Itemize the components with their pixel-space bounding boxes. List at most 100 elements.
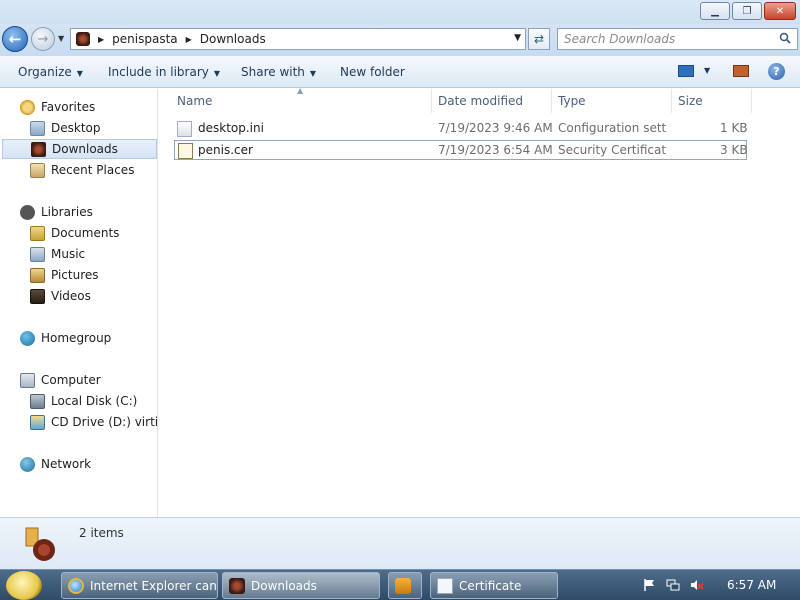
change-view-icon[interactable] [678,65,694,77]
nav-favorites-label: Favorites [41,100,96,114]
recent-places-icon [30,162,45,178]
back-button[interactable]: ← [2,26,28,52]
nav-cd-drive-label: CD Drive (D:) virtio-w [51,415,158,429]
downloads-folder-icon [31,141,46,157]
nav-libraries[interactable]: Libraries [20,202,176,222]
homegroup-icon [20,330,35,346]
action-center-flag-icon[interactable] [642,578,656,592]
nav-network-label: Network [41,457,92,471]
nav-cd-drive[interactable]: CD Drive (D:) virtio-w [30,412,158,432]
music-icon [30,246,45,262]
share-with-button[interactable]: Share with ▼ [241,65,316,79]
network-icon [20,456,35,472]
hard-disk-icon [30,393,45,409]
certificate-file-icon [178,143,193,159]
chevron-down-icon: ▼ [213,69,221,78]
downloads-folder-icon [76,32,90,46]
nav-music-label: Music [51,247,86,261]
nav-pictures-label: Pictures [51,268,99,282]
desktop-icon [30,120,45,136]
taskbar-item-internet-explorer[interactable]: Internet Explorer can... [61,572,218,599]
file-row-desktop-ini[interactable]: desktop.ini 7/19/2023 9:46 AM Configurat… [174,119,748,139]
title-bar: ▁ ❐ ✕ [0,0,800,24]
volume-muted-icon[interactable] [690,578,704,592]
certificate-icon [437,577,453,594]
breadcrumb-separator-icon[interactable]: ▶ [186,35,192,44]
column-header-size[interactable]: Size [672,89,752,113]
clock[interactable]: 6:57 AM [727,578,776,592]
search-box[interactable] [557,28,798,50]
start-button[interactable] [6,571,42,600]
refresh-icon: ⇄ [533,32,545,46]
minimize-button[interactable]: ▁ [700,2,730,20]
nav-downloads[interactable]: Downloads [2,139,157,159]
organize-button[interactable]: Organize ▼ [18,65,83,79]
internet-explorer-icon [68,577,84,594]
videos-icon [30,288,45,304]
item-count: 2 items [79,526,124,540]
nav-recent-places-label: Recent Places [51,163,135,177]
star-icon [20,99,35,115]
search-input[interactable] [564,29,764,49]
details-pane: 2 items [0,517,800,569]
address-dropdown-icon[interactable]: ▼ [514,33,521,43]
nav-desktop-label: Desktop [51,121,101,135]
taskbar-item-label: Downloads [251,578,317,593]
maximize-button[interactable]: ❐ [732,2,762,20]
include-in-library-button[interactable]: Include in library ▼ [108,65,220,79]
view-options-dropdown[interactable]: ▼ [704,66,710,75]
new-folder-button[interactable]: New folder [340,65,405,79]
network-tray-icon[interactable] [666,578,680,592]
breadcrumb-user[interactable]: penispasta [112,32,177,46]
include-in-library-label: Include in library [108,65,209,79]
column-header-type[interactable]: Type [552,89,672,113]
file-name: desktop.ini [198,121,264,135]
share-with-label: Share with [241,65,305,79]
forward-arrow-icon: → [37,31,49,47]
file-size: 3 KB [720,143,748,157]
breadcrumb-separator-icon[interactable]: ▶ [98,35,104,44]
forward-button[interactable]: → [31,27,55,51]
taskbar-item-media-player[interactable] [388,572,422,599]
nav-homegroup[interactable]: Homegroup [20,328,176,348]
navigation-pane: Favorites Desktop Downloads Recent Place… [0,89,158,517]
search-icon[interactable] [779,32,791,44]
nav-network[interactable]: Network [20,454,176,474]
command-bar: Organize ▼ Include in library ▼ Share with… [0,56,800,88]
downloads-folder-icon [25,527,55,561]
file-name: penis.cer [198,143,253,157]
nav-libraries-label: Libraries [41,205,93,219]
recent-pages-dropdown[interactable]: ▼ [58,34,64,43]
system-tray [642,578,704,592]
nav-downloads-label: Downloads [52,142,118,156]
file-list: ▲ Name Date modified Type Size desktop.i… [159,86,800,517]
taskbar-item-label: Internet Explorer can... [90,578,218,593]
preview-pane-icon[interactable] [733,65,749,77]
column-header-date-modified[interactable]: Date modified [432,89,552,113]
column-header-name[interactable]: Name [171,89,432,113]
file-date: 7/19/2023 9:46 AM [438,121,553,135]
taskbar-item-downloads[interactable]: Downloads [222,572,380,599]
refresh-button[interactable]: ⇄ [528,28,550,50]
nav-computer[interactable]: Computer [20,370,176,390]
media-player-icon [395,577,411,594]
libraries-icon [20,204,35,220]
file-row-penis-cer[interactable]: penis.cer 7/19/2023 6:54 AM Security Cer… [174,140,748,160]
breadcrumb-downloads[interactable]: Downloads [200,32,266,46]
file-type: Security Certificate [558,143,666,157]
file-date: 7/19/2023 6:54 AM [438,143,553,157]
chevron-down-icon: ▼ [309,69,317,78]
address-bar[interactable]: ▶ penispasta ▶ Downloads ▼ [70,28,526,50]
back-arrow-icon: ← [8,30,22,48]
taskbar-item-certificate[interactable]: Certificate [430,572,558,599]
window-controls: ▁ ❐ ✕ [700,2,796,20]
chevron-down-icon: ▼ [76,69,83,78]
organize-label: Organize [18,65,72,79]
file-size: 1 KB [720,121,748,135]
help-button[interactable]: ? [768,63,785,80]
nav-favorites[interactable]: Favorites [20,97,176,117]
close-button[interactable]: ✕ [764,2,796,20]
taskbar: Internet Explorer can... Downloads Certi… [0,569,800,600]
documents-icon [30,225,45,241]
folder-icon [229,577,245,594]
